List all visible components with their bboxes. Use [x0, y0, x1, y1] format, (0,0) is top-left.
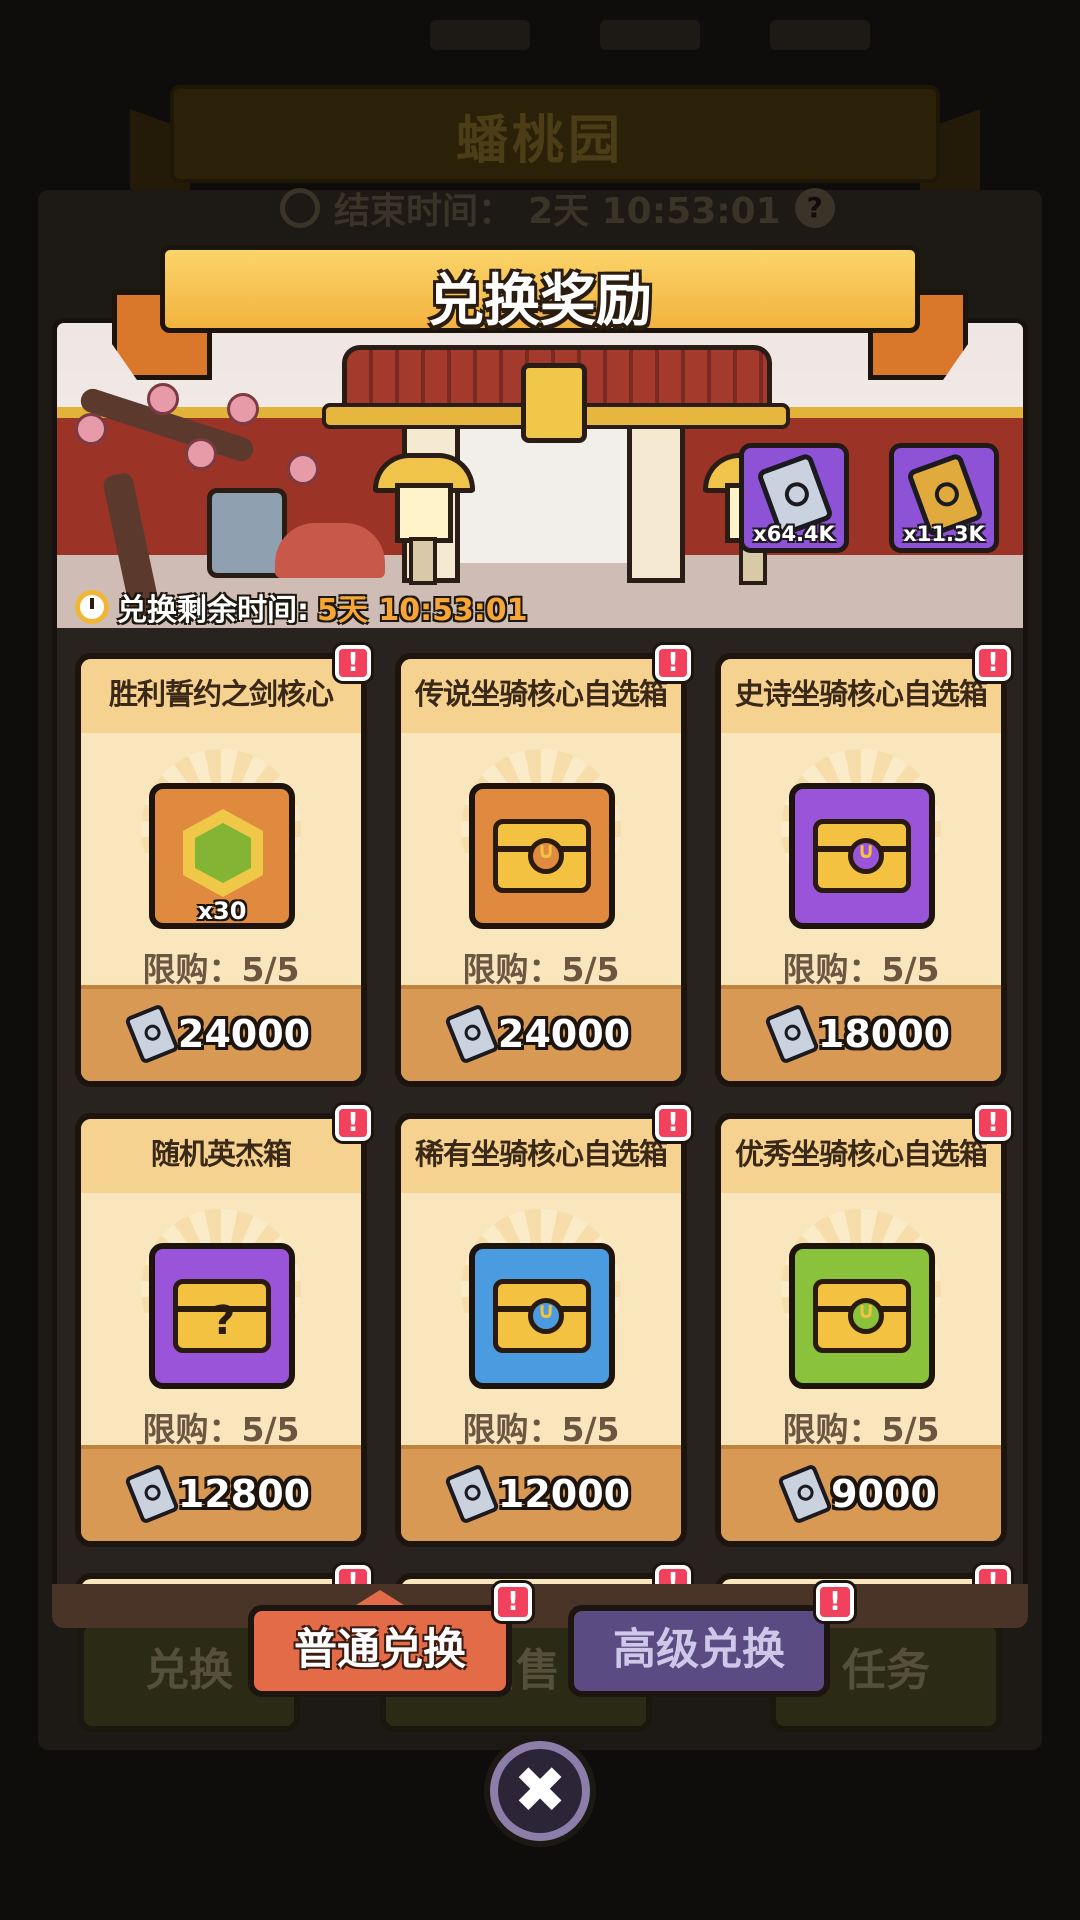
price-button[interactable]: 12000 — [401, 1445, 681, 1541]
silver-scroll-icon — [443, 1003, 500, 1065]
purchase-limit: 限购：5/5 — [142, 950, 300, 989]
silver-scroll-icon — [777, 1463, 834, 1525]
clock-icon — [280, 188, 320, 228]
tab-normal-exchange[interactable]: 普通兑换 — [248, 1605, 512, 1697]
event-title: 蟠桃园 — [455, 111, 624, 171]
silver-scroll-icon — [763, 1003, 820, 1065]
item-icon-frame — [789, 783, 935, 929]
dialog-header: 兑换奖励 — [160, 245, 920, 334]
silver-scroll-currency[interactable]: x64.4K — [739, 443, 849, 553]
question-mark-icon: ? — [794, 188, 835, 228]
price-button[interactable]: 24000 — [401, 985, 681, 1081]
item-price: 9000 — [831, 1472, 937, 1516]
event-end-time: 结束时间： 2天 10:53:01 ? — [280, 182, 835, 234]
card-title-bar: 传说坐骑核心自选箱 — [401, 659, 681, 733]
chest-icon — [493, 819, 591, 893]
chest-icon — [813, 1279, 911, 1353]
background-top-bar — [430, 20, 870, 50]
exchange-item-card[interactable]: 随机英杰箱 ? 限购：5/5 12800 ! — [75, 1105, 371, 1547]
silver-scroll-icon — [123, 1463, 180, 1525]
silver-scroll-icon — [123, 1003, 180, 1065]
card-title-bar: 稀有坐骑核心自选箱 — [401, 1119, 681, 1193]
price-button[interactable]: 18000 — [721, 985, 1001, 1081]
item-price: 24000 — [497, 1012, 631, 1056]
stopwatch-icon — [75, 590, 109, 624]
item-title: 优秀坐骑核心自选箱 — [734, 1137, 988, 1171]
mystery-chest-icon: ? — [173, 1279, 271, 1353]
exchange-dialog: x64.4K x11.3K 兑换剩余时间: 5天 10:53:01 胜利誓约之剑… — [52, 318, 1028, 1628]
alert-badge-icon: ! — [335, 645, 371, 681]
timer-label: 兑换剩余时间: — [117, 593, 309, 628]
red-bush — [275, 523, 385, 578]
item-icon-frame: x30 — [149, 783, 295, 929]
item-title: 随机英杰箱 — [150, 1137, 292, 1171]
gate-pillar-right — [627, 423, 685, 583]
purchase-limit: 限购：5/5 — [462, 1410, 620, 1449]
item-price: 24000 — [177, 1012, 311, 1056]
tab-bar-base — [52, 1584, 1028, 1628]
gold-scroll-count: x11.3K — [903, 522, 985, 546]
purchase-limit: 限购：5/5 — [462, 950, 620, 989]
price-button[interactable]: 24000 — [81, 985, 361, 1081]
alert-badge-icon: ! — [655, 645, 691, 681]
timer-value: 5天 10:53:01 — [317, 593, 528, 628]
silver-scroll-count: x64.4K — [753, 522, 835, 546]
item-icon-frame — [469, 783, 615, 929]
gate-opening — [455, 423, 627, 563]
alert-badge-icon: ! — [494, 1583, 532, 1621]
alert-badge-icon: ! — [335, 1105, 371, 1141]
alert-badge-icon: ! — [816, 1583, 854, 1621]
item-title: 史诗坐骑核心自选箱 — [734, 677, 988, 711]
card-title-bar: 史诗坐骑核心自选箱 — [721, 659, 1001, 733]
gold-scroll-currency[interactable]: x11.3K — [889, 443, 999, 553]
card-title-bar: 随机英杰箱 — [81, 1119, 361, 1193]
card-title-bar: 胜利誓约之剑核心 — [81, 659, 361, 733]
sword-core-icon — [183, 809, 263, 897]
price-button[interactable]: 9000 — [721, 1445, 1001, 1541]
alert-badge-icon: ! — [975, 1105, 1011, 1141]
purchase-limit: 限购：5/5 — [142, 1410, 300, 1449]
card-title-bar: 优秀坐骑核心自选箱 — [721, 1119, 1001, 1193]
close-button[interactable]: ✖ — [484, 1735, 596, 1847]
item-icon-frame — [469, 1243, 615, 1389]
close-icon: ✖ — [498, 1749, 582, 1833]
silver-scroll-icon — [443, 1463, 500, 1525]
peach-blossom — [287, 453, 319, 485]
end-time-label: 结束时间： — [334, 191, 515, 232]
purchase-limit: 限购：5/5 — [782, 1410, 940, 1449]
chest-icon — [493, 1279, 591, 1353]
purchase-limit: 限购：5/5 — [782, 950, 940, 989]
exchange-timer: 兑换剩余时间: 5天 10:53:01 — [75, 585, 528, 628]
alert-badge-icon: ! — [655, 1105, 691, 1141]
alert-badge-icon: ! — [975, 645, 1011, 681]
price-button[interactable]: 12800 — [81, 1445, 361, 1541]
exchange-item-card[interactable]: 传说坐骑核心自选箱 限购：5/5 24000 ! — [395, 645, 691, 1087]
exchange-item-card[interactable]: 优秀坐骑核心自选箱 限购：5/5 9000 ! — [715, 1105, 1011, 1547]
peach-blossom — [75, 413, 107, 445]
tab-advanced-exchange[interactable]: 高级兑换 — [568, 1605, 830, 1697]
item-icon-frame — [789, 1243, 935, 1389]
item-price: 12000 — [497, 1472, 631, 1516]
exchange-item-card[interactable]: 稀有坐骑核心自选箱 限购：5/5 12000 ! — [395, 1105, 691, 1547]
item-title: 稀有坐骑核心自选箱 — [414, 1137, 668, 1171]
stone-lantern-left — [373, 453, 475, 585]
item-price: 12800 — [177, 1472, 311, 1516]
exchange-item-card[interactable]: 史诗坐骑核心自选箱 限购：5/5 18000 ! — [715, 645, 1011, 1087]
peach-blossom — [147, 383, 179, 415]
end-time-value: 2天 10:53:01 — [528, 191, 781, 232]
item-icon-frame: ? — [149, 1243, 295, 1389]
item-quantity: x30 — [197, 897, 247, 925]
dialog-title: 兑换奖励 — [428, 269, 652, 334]
item-title: 胜利誓约之剑核心 — [108, 677, 334, 711]
exchange-item-card[interactable]: 胜利誓约之剑核心 x30 限购：5/5 24000 ! — [75, 645, 371, 1087]
peach-blossom — [185, 438, 217, 470]
item-price: 18000 — [817, 1012, 951, 1056]
peach-blossom — [227, 393, 259, 425]
item-title: 传说坐骑核心自选箱 — [414, 677, 668, 711]
gate-plaque — [521, 363, 587, 443]
chest-icon — [813, 819, 911, 893]
